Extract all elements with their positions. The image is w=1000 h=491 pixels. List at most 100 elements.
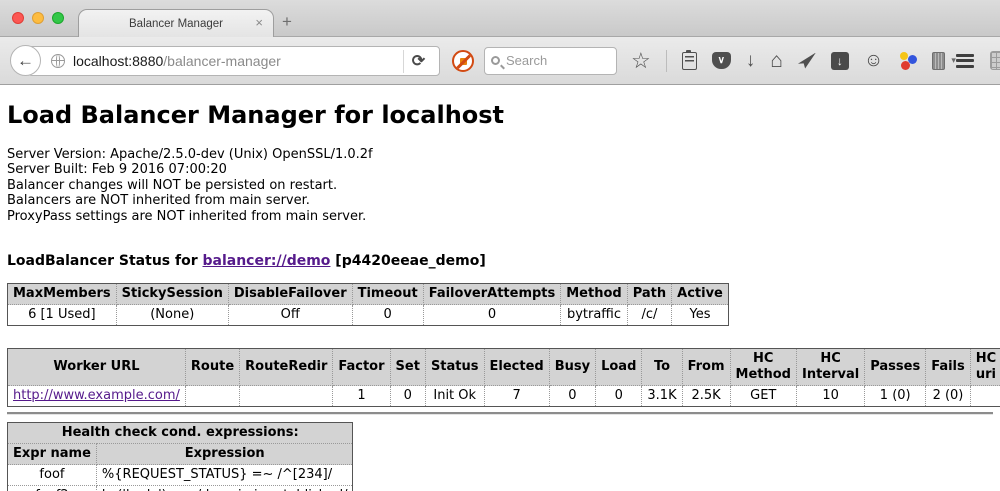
header-hc-method: HC Method (730, 349, 796, 386)
dot-red (901, 61, 910, 70)
health-check-table: Health check cond. expressions: Expr nam… (7, 422, 353, 491)
balancers-note-line: Balancers are NOT inherited from main se… (7, 193, 993, 208)
page-title: Load Balancer Manager for localhost (7, 101, 993, 129)
server-built-line: Server Built: Feb 9 2016 07:00:20 (7, 162, 993, 177)
cell-status: Init Ok (425, 386, 484, 407)
status-suffix: [p4420eeae_demo] (330, 253, 485, 269)
cell-hc-method: GET (730, 386, 796, 407)
cell-elected: 7 (484, 386, 549, 407)
site-globe-icon (51, 54, 65, 68)
search-bar[interactable] (484, 47, 617, 75)
cell-routeredir (240, 386, 333, 407)
cell-timeout: 0 (352, 305, 423, 326)
cell-disablefailover: Off (228, 305, 352, 326)
new-tab-button[interactable]: + (282, 12, 292, 32)
cell-expr-name-foof: foof (8, 465, 97, 486)
header-elected: Elected (484, 349, 549, 386)
balancer-header-row: MaxMembers StickySession DisableFailover… (8, 284, 729, 305)
header-worker-url: Worker URL (8, 349, 186, 386)
header-active: Active (672, 284, 729, 305)
cell-from: 2.5K (682, 386, 730, 407)
header-set: Set (390, 349, 425, 386)
header-hc-interval: HC Interval (796, 349, 864, 386)
health-table-title: Health check cond. expressions: (8, 423, 353, 444)
cell-to: 3.1K (642, 386, 682, 407)
dot-blue (908, 55, 917, 64)
health-data-row: foof2 hc('body') =~ /domain is establish… (8, 486, 353, 491)
pocket-icon[interactable]: ∨ (712, 52, 731, 69)
tab-close-icon[interactable]: × (255, 16, 263, 30)
header-load: Load (596, 349, 642, 386)
forum-smiley-icon[interactable]: ☺ (864, 50, 883, 72)
zoom-window-button[interactable] (52, 12, 64, 24)
url-path: /balancer-manager (163, 53, 281, 69)
downloadhelper-icon[interactable] (898, 51, 917, 70)
tab-groups-icon[interactable] (990, 51, 1000, 70)
worker-url-link[interactable]: http://www.example.com/ (13, 388, 180, 403)
menu-icon[interactable] (956, 54, 974, 68)
cell-route (185, 386, 239, 407)
header-timeout: Timeout (352, 284, 423, 305)
header-routeredir: RouteRedir (240, 349, 333, 386)
loadbalancer-status-heading: LoadBalancer Status for balancer://demo … (7, 253, 993, 269)
status-prefix: LoadBalancer Status for (7, 253, 203, 269)
home-icon[interactable]: ⌂ (770, 49, 783, 73)
section-divider (7, 412, 993, 414)
navigation-toolbar: ← localhost:8880/balancer-manager ⟳ ☆ ∨ … (0, 37, 1000, 85)
back-button[interactable]: ← (10, 45, 41, 76)
worker-data-row: http://www.example.com/ 1 0 Init Ok 7 0 … (8, 386, 1000, 407)
url-bar[interactable]: localhost:8880/balancer-manager ⟳ (28, 46, 440, 76)
cell-fails: 2 (0) (926, 386, 971, 407)
header-failoverattempts: FailoverAttempts (423, 284, 561, 305)
header-from: From (682, 349, 730, 386)
balancer-demo-link[interactable]: balancer://demo (203, 253, 331, 269)
health-header-row: Expr name Expression (8, 444, 353, 465)
tab-title: Balancer Manager (129, 18, 223, 30)
cell-method: bytraffic (561, 305, 627, 326)
cell-stickysession: (None) (116, 305, 228, 326)
header-path: Path (627, 284, 671, 305)
minimize-window-button[interactable] (32, 12, 44, 24)
worker-table: Worker URL Route RouteRedir Factor Set S… (7, 348, 1000, 407)
send-tab-icon[interactable] (798, 53, 816, 69)
browser-window: Balancer Manager × + ← localhost:8880/ba… (0, 0, 1000, 491)
extension-download-icon[interactable]: ↓ (831, 52, 849, 70)
health-title-row: Health check cond. expressions: (8, 423, 353, 444)
tab-balancer-manager[interactable]: Balancer Manager × (78, 9, 274, 37)
cell-expr-name-foof2: foof2 (8, 486, 97, 491)
toolbar-buttons: ☆ ∨ ↓ ⌂ ↓ ☺ ▾ (631, 49, 956, 73)
header-maxmembers: MaxMembers (8, 284, 117, 305)
header-hc-uri: HC uri (970, 349, 1000, 386)
cell-expression-foof: %{REQUEST_STATUS} =~ /^[234]/ (96, 465, 353, 486)
close-window-button[interactable] (12, 12, 24, 24)
back-icon: ← (17, 51, 34, 71)
cell-load: 0 (596, 386, 642, 407)
cell-hc-interval: 10 (796, 386, 864, 407)
cell-set: 0 (390, 386, 425, 407)
header-passes: Passes (865, 349, 926, 386)
tab-strip: Balancer Manager × + (0, 0, 1000, 37)
reading-list-icon[interactable] (682, 52, 697, 70)
balancer-settings-table: MaxMembers StickySession DisableFailover… (7, 283, 729, 326)
server-version-line: Server Version: Apache/2.5.0-dev (Unix) … (7, 147, 993, 162)
cell-worker-url: http://www.example.com/ (8, 386, 186, 407)
header-factor: Factor (333, 349, 390, 386)
worker-header-row: Worker URL Route RouteRedir Factor Set S… (8, 349, 1000, 386)
reload-button[interactable]: ⟳ (403, 50, 433, 73)
header-route: Route (185, 349, 239, 386)
container-extension-icon[interactable] (932, 52, 945, 70)
header-status: Status (425, 349, 484, 386)
cell-busy: 0 (549, 386, 595, 407)
cell-factor: 1 (333, 386, 390, 407)
header-expr-name: Expr name (8, 444, 97, 465)
cell-passes: 1 (0) (865, 386, 926, 407)
cell-failoverattempts: 0 (423, 305, 561, 326)
server-info: Server Version: Apache/2.5.0-dev (Unix) … (7, 147, 993, 224)
cell-path: /c/ (627, 305, 671, 326)
downloads-icon[interactable]: ↓ (746, 50, 756, 72)
persist-note-line: Balancer changes will NOT be persisted o… (7, 178, 993, 193)
blocked-plugin-icon[interactable] (452, 50, 474, 72)
bookmark-star-icon[interactable]: ☆ (631, 50, 651, 72)
search-input[interactable] (506, 53, 596, 68)
cell-hc-uri (970, 386, 1000, 407)
